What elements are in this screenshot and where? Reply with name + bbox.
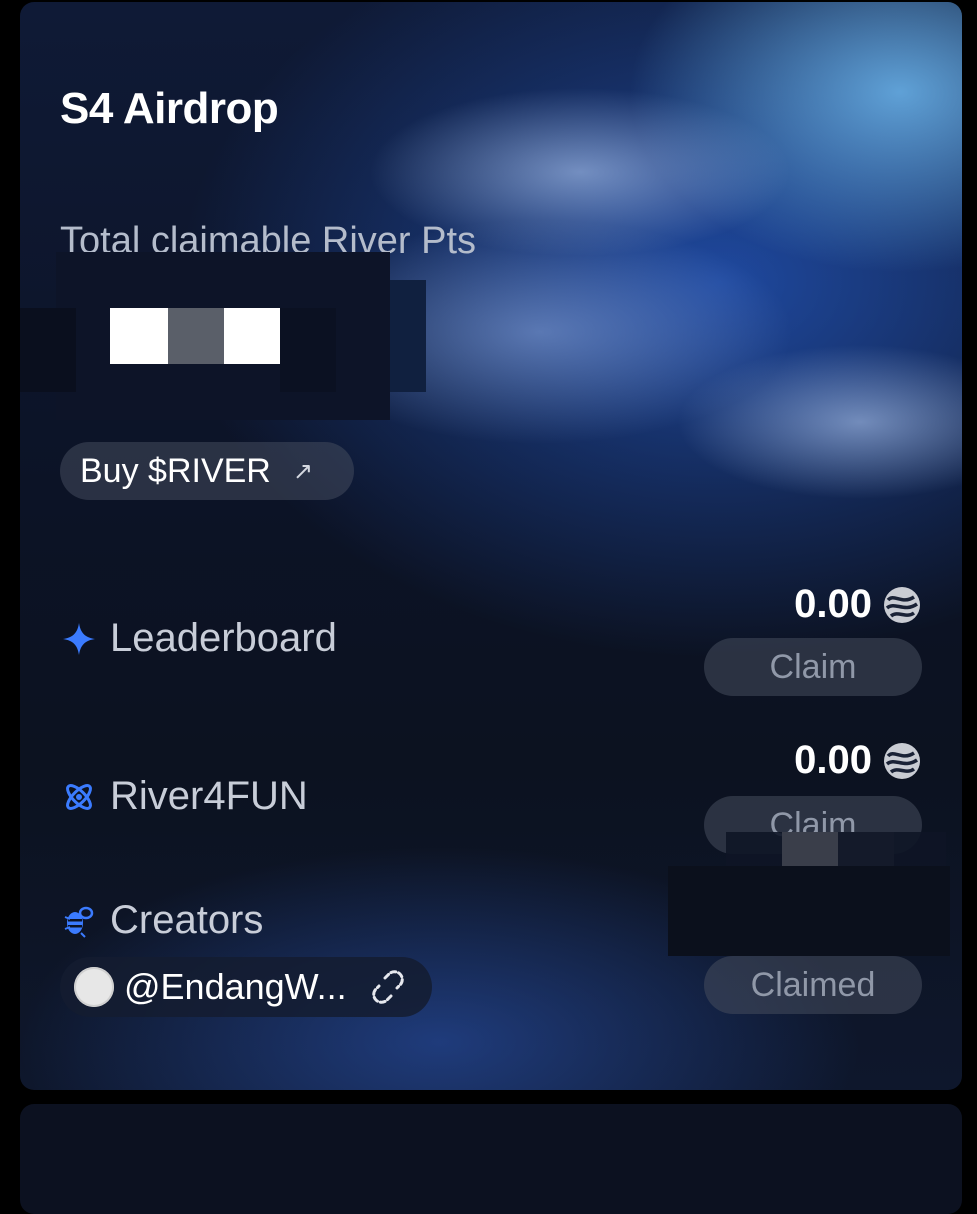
arrow-up-right-icon: ↗ [292, 457, 313, 485]
creators-row: Creators [60, 898, 263, 943]
river4fun-amount-value: 0.00 [794, 738, 872, 782]
creator-handle: @EndangW... [124, 966, 347, 1007]
sparkle-icon [60, 620, 98, 658]
buy-river-button[interactable]: Buy $RIVER ↗ [60, 442, 354, 500]
leaderboard-amount-value: 0.00 [794, 582, 872, 626]
bee-icon [60, 902, 98, 940]
buy-river-label: Buy $RIVER [80, 451, 271, 490]
creator-account-chip[interactable]: @EndangW... [60, 957, 432, 1017]
airdrop-card: S4 Airdrop Total claimable River Pts Buy… [20, 2, 962, 1090]
creators-label: Creators [110, 898, 264, 942]
page-title: S4 Airdrop [60, 84, 279, 133]
leaderboard-label: Leaderboard [110, 616, 337, 660]
avatar [74, 967, 114, 1007]
leaderboard-claim-button[interactable]: Claim [704, 638, 922, 696]
unlink-icon[interactable] [371, 970, 405, 1004]
leaderboard-row: Leaderboard [60, 616, 337, 661]
creators-claimed-button: Claimed [704, 956, 922, 1014]
river4fun-row: River4FUN [60, 774, 308, 819]
river4fun-amount: 0.00 [794, 738, 922, 783]
river-coin-icon [884, 742, 920, 779]
atom-icon [60, 778, 98, 816]
leaderboard-amount: 0.00 [794, 582, 922, 627]
river4fun-label: River4FUN [110, 774, 308, 818]
river-coin-icon [884, 586, 920, 623]
next-card [20, 1104, 962, 1214]
